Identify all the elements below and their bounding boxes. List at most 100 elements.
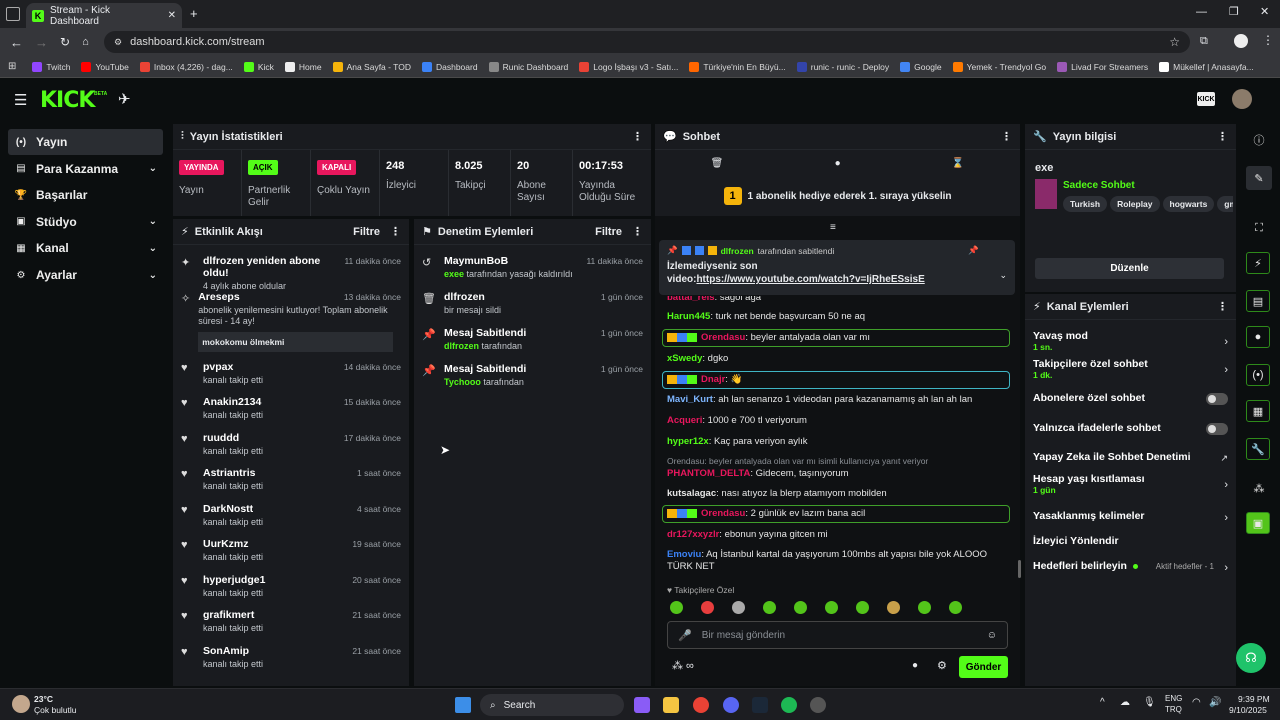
chat-message[interactable]: xSwedy: dgko bbox=[667, 353, 1007, 365]
send-button[interactable]: Gönder bbox=[959, 656, 1008, 678]
emote-icon[interactable] bbox=[825, 601, 838, 614]
emote-icon[interactable] bbox=[670, 601, 683, 614]
activity-item[interactable]: ♥ Astriantris kanalı takip etti 1 saat önce bbox=[181, 467, 401, 492]
chevron-down-icon[interactable]: ⌄ bbox=[149, 270, 157, 281]
moderation-menu-icon[interactable]: ⋮ bbox=[632, 225, 643, 238]
broadcast-icon[interactable]: (•) bbox=[1246, 364, 1270, 386]
minimize-icon[interactable]: — bbox=[1196, 6, 1207, 18]
activity-filter-button[interactable]: Filtre bbox=[353, 226, 380, 238]
chat-message[interactable]: dr127xxyzlr: ebonun yayına gitcen mi bbox=[667, 529, 1007, 541]
extensions-icon[interactable]: ⧉ bbox=[1200, 35, 1208, 48]
bookmark-item[interactable]: YouTube bbox=[81, 61, 129, 72]
sidebar-item-0[interactable]: (•) Yayın bbox=[8, 129, 163, 155]
chevron-down-icon[interactable]: ⌄ bbox=[149, 163, 157, 174]
forward-icon[interactable]: → bbox=[35, 35, 48, 50]
bookmark-item[interactable]: Logo İşbaşı v3 - Satı... bbox=[579, 61, 678, 72]
moderation-item[interactable]: 🗑 dlfrozen bir mesajı sildi 1 gün önce bbox=[422, 291, 643, 316]
copilot-icon[interactable] bbox=[634, 697, 650, 713]
chat-message[interactable]: hyper12x: Kaç para veriyon aylık bbox=[667, 436, 1007, 448]
pinned-by-user[interactable]: dlfrozen bbox=[721, 246, 754, 256]
unpin-icon[interactable]: 📌 bbox=[968, 245, 979, 256]
pinned-link[interactable]: https://www.youtube.com/watch?v=IjRheESs… bbox=[696, 274, 924, 285]
app-icon[interactable] bbox=[810, 697, 826, 713]
bookmark-item[interactable]: Home bbox=[284, 61, 322, 72]
stream-tag[interactable]: Roleplay bbox=[1110, 196, 1160, 212]
reload-icon[interactable]: ↻ bbox=[60, 35, 70, 49]
chat-username[interactable]: Orendasu bbox=[701, 508, 745, 519]
new-tab-icon[interactable]: + bbox=[190, 6, 198, 21]
tray-chevron-icon[interactable]: ^ bbox=[1100, 697, 1105, 708]
microphone-icon[interactable]: 🎤 bbox=[678, 629, 692, 642]
moderation-item[interactable]: 📌 Mesaj Sabitlendi dlfrozen tarafından 1 gü… bbox=[422, 327, 643, 352]
emote-icon[interactable] bbox=[887, 601, 900, 614]
activity-item[interactable]: ♥ grafikmert kanalı takip etti 21 saat önce bbox=[181, 609, 401, 634]
image-icon[interactable]: ▣ bbox=[1246, 512, 1270, 534]
activity-item[interactable]: ♥ SonAmip kanalı takip etti 21 saat önce bbox=[181, 645, 401, 670]
channel-action-item[interactable]: Abonelere özel sohbet bbox=[1025, 392, 1236, 405]
chat-message[interactable]: Emoviu: Aq İstanbul kartal da yaşıyorum … bbox=[667, 549, 1007, 573]
steam-icon[interactable] bbox=[752, 697, 768, 713]
volume-icon[interactable]: 🔊 bbox=[1209, 697, 1221, 708]
emote-icon[interactable] bbox=[732, 601, 745, 614]
browser-tab[interactable]: K Stream - Kick Dashboard ✕ bbox=[26, 3, 182, 28]
profile-avatar[interactable] bbox=[1234, 34, 1248, 48]
lang-2[interactable]: TRQ bbox=[1165, 705, 1182, 714]
chevron-down-icon[interactable]: ⌄ bbox=[149, 243, 157, 254]
pinned-expand-icon[interactable]: ⌄ bbox=[999, 270, 1007, 281]
channel-action-item[interactable]: Yavaş mod 1 sn. › bbox=[1025, 330, 1236, 352]
bookmark-item[interactable]: Ana Sayfa - TOD bbox=[332, 61, 411, 72]
taskbar-search[interactable]: ⌕ Search bbox=[480, 694, 624, 716]
chat-trash-icon[interactable]: 🗑 bbox=[711, 158, 724, 169]
chat-username[interactable]: Harun445 bbox=[667, 311, 710, 322]
menu-dots-icon[interactable]: ⋮ bbox=[1262, 33, 1274, 47]
chat-bubble-icon[interactable]: ● bbox=[835, 158, 841, 169]
activity-item[interactable]: ♥ DarkNostt kanalı takip etti 4 saat önce bbox=[181, 503, 401, 528]
stream-tag[interactable]: Turkish bbox=[1063, 196, 1108, 212]
bookmark-item[interactable]: runic - runic - Deploy bbox=[796, 61, 889, 72]
bookmark-item[interactable]: Mükellef | Anasayfa... bbox=[1159, 61, 1254, 72]
tab-close-icon[interactable]: ✕ bbox=[168, 10, 176, 21]
chat-message[interactable]: Orendasu: 2 günlük ev lazım bana acil bbox=[667, 508, 1007, 520]
chat-username[interactable]: PHANTOM_DELTA bbox=[667, 468, 750, 479]
moderation-item[interactable]: 📌 Mesaj Sabitlendi Tychooo tarafından 1 gün… bbox=[422, 363, 643, 388]
screenshot-icon[interactable]: ⛶ bbox=[1246, 216, 1272, 240]
sidebar-item-3[interactable]: ▣ Stüdyo ⌄ bbox=[8, 209, 163, 235]
chat-username[interactable]: Acqueri bbox=[667, 415, 702, 426]
user-avatar[interactable] bbox=[1232, 89, 1252, 109]
chat-input[interactable]: 🎤 Bir mesaj gönderin ☺ bbox=[667, 621, 1008, 649]
kick-logo[interactable]: KICK bbox=[40, 88, 95, 113]
channel-action-item[interactable]: İzleyici Yönlendir bbox=[1025, 535, 1236, 547]
share-icon[interactable]: ⁂ bbox=[1246, 476, 1272, 500]
chat-scroll-indicator-icon[interactable]: ≡ bbox=[830, 222, 836, 233]
chevron-right-icon[interactable]: › bbox=[1224, 562, 1228, 574]
edit-button[interactable]: Düzenle bbox=[1035, 258, 1224, 279]
url-bar[interactable]: ⚙ dashboard.kick.com/stream ☆ bbox=[104, 31, 1190, 53]
quick-actions-icon[interactable]: ✈ bbox=[118, 90, 131, 108]
back-icon[interactable]: ← bbox=[10, 35, 23, 50]
chat-bubbles-icon[interactable]: ● bbox=[912, 660, 918, 671]
moderation-item[interactable]: ↺ MaymunBoB exee tarafından yasağı kaldırı… bbox=[422, 255, 643, 280]
info-icon[interactable]: ⓘ bbox=[1246, 128, 1272, 152]
toggle-switch[interactable] bbox=[1206, 423, 1228, 435]
channel-action-item[interactable]: Hedefleri belirleyin Aktif hedefler - 1 › bbox=[1025, 560, 1236, 574]
sidebar-item-1[interactable]: ▤ Para Kazanma ⌄ bbox=[8, 156, 163, 182]
chevron-right-icon[interactable]: › bbox=[1224, 364, 1228, 376]
moderation-user[interactable]: exee bbox=[444, 269, 464, 279]
external-link-icon[interactable]: ↗ bbox=[1220, 453, 1228, 464]
file-explorer-icon[interactable] bbox=[663, 697, 679, 713]
support-chat-icon[interactable]: ☊ bbox=[1236, 643, 1266, 673]
activity-item[interactable]: ♥ pvpax kanalı takip etti 14 dakika önce bbox=[181, 361, 401, 386]
chat-username[interactable]: Orendasu bbox=[701, 332, 745, 343]
edit-icon[interactable]: ✎ bbox=[1246, 166, 1272, 190]
emote-icon[interactable] bbox=[794, 601, 807, 614]
chat-hourglass-icon[interactable]: ⌛ bbox=[952, 158, 964, 169]
hamburger-menu-icon[interactable]: ☰ bbox=[14, 91, 27, 109]
kick-app-icon[interactable]: KICK bbox=[1197, 92, 1215, 106]
bookmark-item[interactable]: Google bbox=[900, 61, 942, 72]
activity-item[interactable]: ✦ dlfrozen yeniden abone oldu! 4 aylık abo… bbox=[181, 255, 401, 292]
mic-tray-icon[interactable]: 🎙 bbox=[1143, 697, 1156, 708]
chat-icon[interactable]: ● bbox=[1246, 326, 1270, 348]
discord-icon[interactable] bbox=[723, 697, 739, 713]
chat-message[interactable]: Orendasu: beyler antalyada olan var mı i… bbox=[667, 455, 1007, 480]
bookmark-item[interactable]: Inbox (4,226) - dag... bbox=[139, 61, 233, 72]
